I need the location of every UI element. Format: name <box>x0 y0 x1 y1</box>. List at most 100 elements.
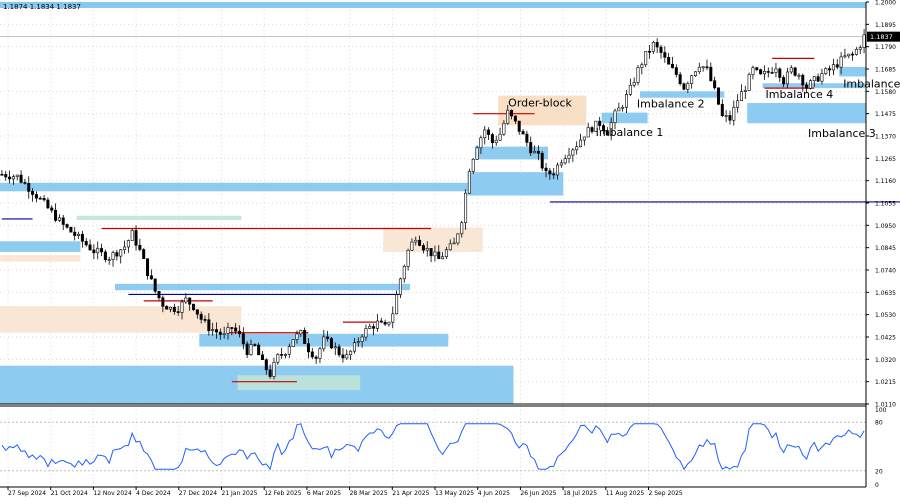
chart-canvas[interactable]: Order-block Imbalance 1 Imbalance 2 Imbalan… <box>0 0 900 500</box>
zone-imbalance-1 <box>601 112 648 124</box>
candle-body <box>510 109 514 117</box>
candle-body <box>326 336 330 339</box>
trading-chart[interactable]: Order-block Imbalance 1 Imbalance 2 Imbalan… <box>0 0 900 500</box>
candle-body <box>575 146 579 151</box>
candle-body <box>169 306 173 310</box>
candle-body <box>176 311 180 313</box>
candle-body <box>100 248 104 253</box>
candle-body <box>513 115 517 122</box>
price-tick-label: 1.1790 <box>875 44 896 51</box>
candle-body <box>360 336 364 342</box>
candle-body <box>613 110 617 123</box>
candle-body <box>709 66 713 81</box>
candle-body <box>237 330 241 335</box>
candle-body <box>529 142 533 154</box>
candle-body <box>774 68 778 73</box>
time-tick-label: 21 Oct 2024 <box>51 490 88 497</box>
candle-body <box>130 230 134 241</box>
candle-body <box>138 244 142 250</box>
candle-body <box>747 74 751 91</box>
price-tick-label: 1.0845 <box>875 245 896 252</box>
candle-body <box>586 127 590 138</box>
time-tick-label: 21 Apr 2025 <box>392 490 429 497</box>
candle-body <box>625 94 629 108</box>
zone-label: Imbalance 1 <box>596 126 664 139</box>
candle-body <box>647 51 651 53</box>
candle-body <box>437 251 441 260</box>
candle-body <box>851 53 855 56</box>
candle-body <box>693 71 697 76</box>
time-tick-label: 18 Jul 2025 <box>563 490 597 497</box>
candle-body <box>621 106 625 109</box>
candle-body <box>329 338 333 349</box>
candle-body <box>368 326 372 329</box>
candle-body <box>19 174 23 183</box>
candle-body <box>678 74 682 84</box>
price-tick-label: 1.1475 <box>875 111 896 118</box>
candle-body <box>57 217 61 221</box>
candle-body <box>268 369 272 377</box>
candle-body <box>253 344 257 346</box>
candle-body <box>498 133 502 141</box>
candle-body <box>50 207 54 211</box>
candle-body <box>651 42 655 52</box>
candle-body <box>701 66 705 69</box>
candle-body <box>134 230 138 246</box>
candle-body <box>111 252 115 260</box>
candle-body <box>759 69 763 75</box>
oscillator-tick-label: 80 <box>875 420 883 427</box>
candle-body <box>713 80 717 89</box>
candle-body <box>230 327 234 329</box>
candle-body <box>406 249 410 267</box>
candle-body <box>195 309 199 315</box>
candle-body <box>341 354 345 359</box>
candle-body <box>4 174 8 178</box>
candle-body <box>280 354 284 356</box>
candle-body <box>525 133 529 143</box>
candle-body <box>490 134 494 143</box>
candle-body <box>739 91 743 102</box>
candle-body <box>544 167 548 172</box>
candle-body <box>184 297 188 303</box>
candle-body <box>414 239 418 243</box>
candle-body <box>241 333 245 345</box>
candle-body <box>395 294 399 315</box>
candle-body <box>743 90 747 93</box>
candle-body <box>720 103 724 116</box>
candle-body <box>352 342 356 352</box>
candle-body <box>283 354 287 356</box>
zone-imbalance <box>0 241 81 252</box>
candle-body <box>571 149 575 156</box>
candle-body <box>456 233 460 244</box>
zone-order-block-faint <box>0 255 81 262</box>
candle-body <box>502 122 506 135</box>
candle-body <box>107 259 111 261</box>
candle-body <box>690 75 694 84</box>
candle-body <box>429 248 433 257</box>
candle-body <box>119 249 123 257</box>
candle-body <box>372 326 376 329</box>
candle-body <box>663 52 667 58</box>
candle-body <box>628 84 632 95</box>
candle-body <box>398 278 402 295</box>
candle-body <box>157 291 161 299</box>
candle-body <box>54 209 58 221</box>
candle-body <box>778 68 782 78</box>
candle-body <box>73 231 77 236</box>
candle-body <box>77 233 81 236</box>
candle-body <box>858 47 862 50</box>
price-tick-label: 1.1685 <box>875 67 896 74</box>
candle-body <box>820 73 824 82</box>
candle-body <box>487 129 491 135</box>
candle-body <box>314 356 318 359</box>
price-tick-label: 1.1370 <box>875 134 896 141</box>
price-tick-label: 1.0320 <box>875 357 896 364</box>
zone-label: Imbalance 2 <box>637 98 705 111</box>
price-tick-label: 1.0530 <box>875 312 896 319</box>
candle-body <box>306 343 310 353</box>
zone-imbalance-3 <box>747 103 866 124</box>
candle-body <box>782 77 786 85</box>
candle-body <box>126 240 130 248</box>
candle-body <box>797 74 801 77</box>
candle-body <box>375 320 379 329</box>
